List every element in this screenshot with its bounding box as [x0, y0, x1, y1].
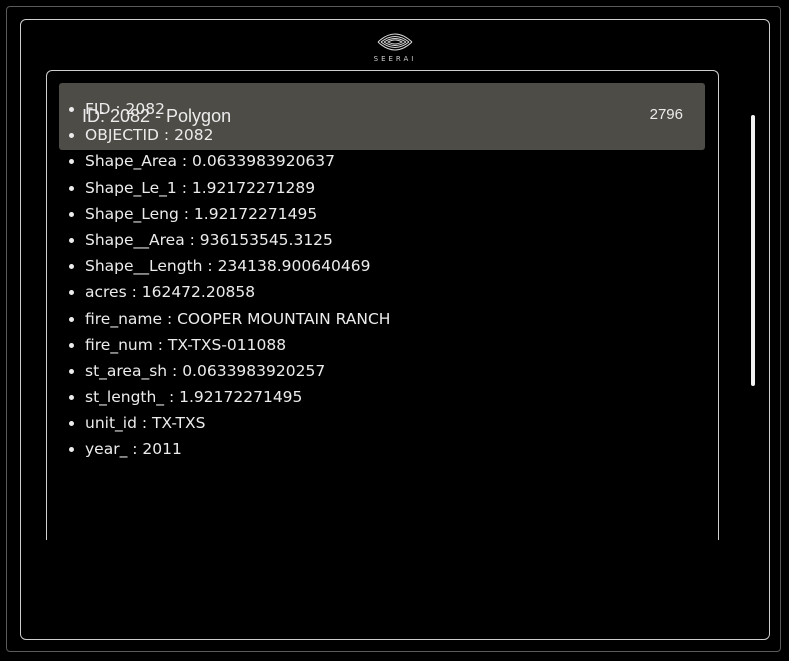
property-item: Shape_Area : 0.0633983920637 — [85, 148, 390, 174]
property-item: Shape__Length : 234138.900640469 — [85, 253, 390, 279]
brand-name: SEERAI — [373, 55, 417, 63]
property-item: unit_id : TX-TXS — [85, 410, 390, 436]
property-item: year_ : 2011 — [85, 436, 390, 462]
scrollbar[interactable] — [751, 115, 755, 386]
property-item: st_area_sh : 0.0633983920257 — [85, 358, 390, 384]
property-item: fire_num : TX-TXS-011088 — [85, 332, 390, 358]
property-item: Shape_Le_1 : 1.92172271289 — [85, 175, 390, 201]
property-item: fire_name : COOPER MOUNTAIN RANCH — [85, 306, 390, 332]
property-item: acres : 162472.20858 — [85, 279, 390, 305]
property-item: Shape__Area : 936153545.3125 — [85, 227, 390, 253]
brand-logo: SEERAI — [360, 30, 430, 70]
property-item: Shape_Leng : 1.92172271495 — [85, 201, 390, 227]
eye-logo-icon — [377, 33, 413, 51]
property-list: FID : 2082 OBJECTID : 2082 Shape_Area : … — [60, 96, 390, 463]
property-item: FID : 2082 — [85, 96, 390, 122]
property-item: OBJECTID : 2082 — [85, 122, 390, 148]
feature-count: 2796 — [649, 106, 683, 123]
property-item: st_length_ : 1.92172271495 — [85, 384, 390, 410]
